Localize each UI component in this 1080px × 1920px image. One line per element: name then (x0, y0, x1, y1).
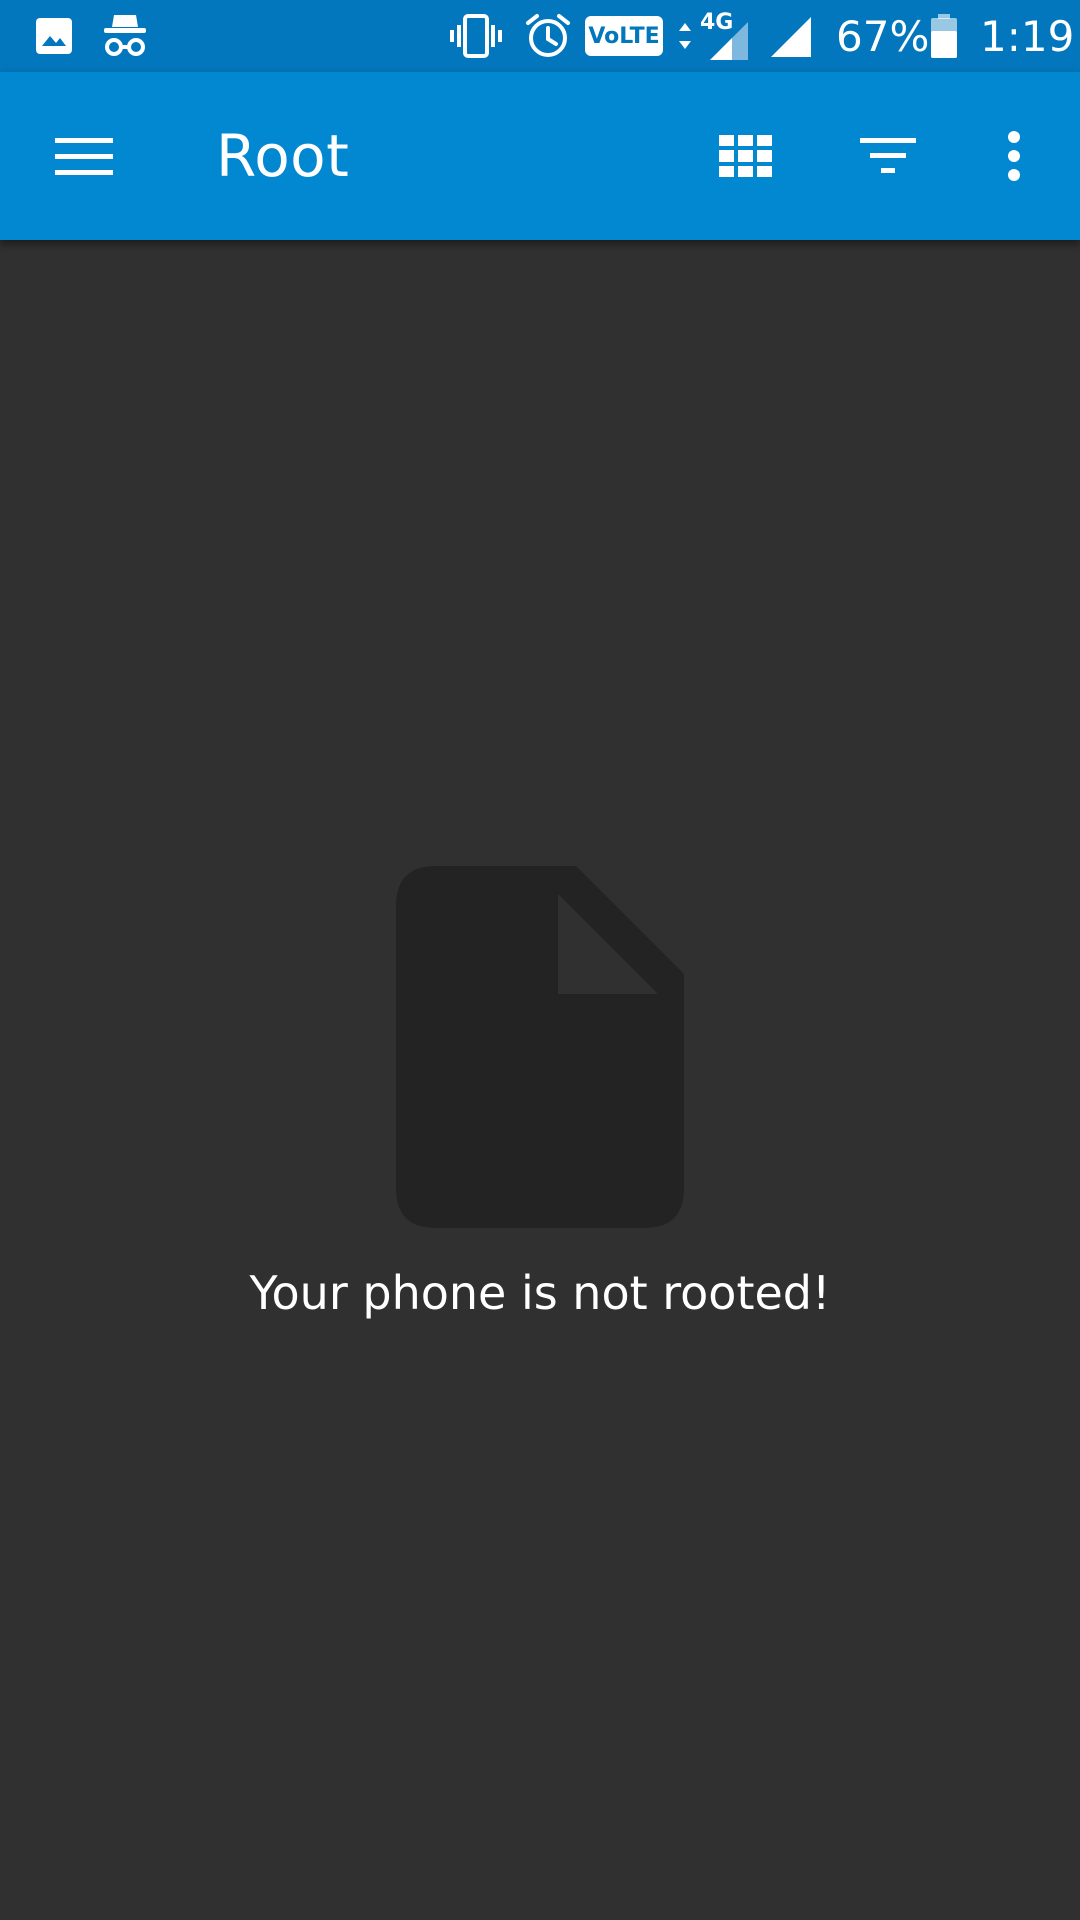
filter-button[interactable] (842, 72, 934, 240)
filter-icon (860, 138, 916, 173)
page-title: Root (216, 122, 350, 190)
screen: VoLTE 4G 67% 1:19 Root Your phone is not… (0, 0, 1080, 1920)
image-icon (34, 0, 74, 72)
more-options-icon (1008, 131, 1020, 181)
incognito-icon (100, 0, 150, 72)
menu-icon (55, 138, 113, 175)
vibrate-icon (448, 0, 504, 72)
data-arrows-icon (676, 0, 694, 72)
app-bar: Root (0, 72, 1080, 240)
alarm-icon (524, 0, 572, 72)
empty-state-message: Your phone is not rooted! (249, 1266, 831, 1320)
signal-icon (766, 0, 814, 72)
content-area: Your phone is not rooted! (0, 240, 1080, 1920)
signal-4g-icon: 4G (696, 0, 756, 72)
volte-icon: VoLTE (584, 0, 664, 72)
battery-icon (928, 0, 960, 72)
clock-time: 1:19 (980, 11, 1075, 61)
volte-label: VoLTE (585, 16, 663, 56)
grid-view-button[interactable] (700, 72, 792, 240)
menu-button[interactable] (40, 72, 128, 240)
battery-percent: 67% (836, 11, 930, 61)
network-type-label: 4G (700, 10, 734, 35)
more-options-button[interactable] (980, 72, 1048, 240)
file-icon (396, 866, 684, 1228)
status-bar: VoLTE 4G 67% 1:19 (0, 0, 1080, 72)
grid-view-icon (719, 135, 772, 177)
